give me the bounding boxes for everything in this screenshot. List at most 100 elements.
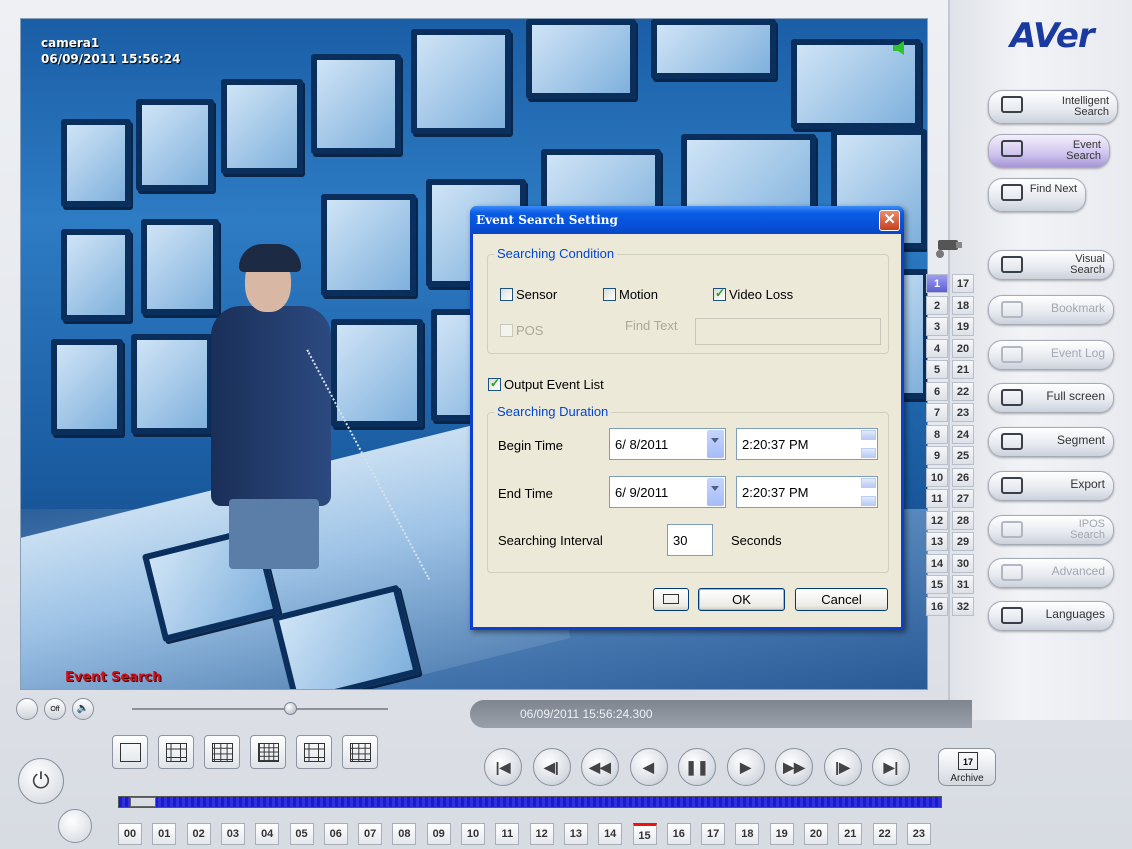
camera-20-button[interactable]: 20	[952, 338, 974, 358]
timeline-handle[interactable]	[130, 797, 156, 807]
prev-step-button[interactable]: ◀|	[532, 748, 571, 786]
hour-17-button[interactable]: 17	[701, 823, 726, 845]
full-screen-button[interactable]: Full screen	[988, 383, 1114, 413]
audio-off-icon[interactable]: Off	[44, 698, 66, 720]
motion-checkbox[interactable]	[603, 288, 616, 301]
camera-32-button[interactable]: 32	[952, 596, 974, 616]
end-date-picker[interactable]: 6/ 9/2011	[609, 476, 726, 508]
camera-19-button[interactable]: 19	[952, 317, 974, 336]
hour-14-button[interactable]: 14	[598, 823, 623, 845]
camera-8-button[interactable]: 8	[926, 424, 948, 444]
camera-30-button[interactable]: 30	[952, 553, 974, 573]
camera-10-button[interactable]: 10	[926, 467, 948, 487]
camera-2-button[interactable]: 2	[926, 295, 948, 315]
hour-03-button[interactable]: 03	[220, 823, 245, 845]
output-event-list-checkbox[interactable]	[488, 376, 501, 391]
begin-date-picker[interactable]: 6/ 8/2011	[609, 428, 726, 460]
ipos-search-button[interactable]: IPOS Search	[988, 515, 1114, 545]
end-time-spinner[interactable]: 2:20:37 PM	[736, 476, 878, 508]
layout-1x1-button[interactable]	[112, 735, 148, 769]
camera-28-button[interactable]: 28	[952, 510, 974, 530]
visual-search-button[interactable]: Visual Search	[988, 250, 1114, 280]
layout-3x3-button[interactable]	[204, 735, 240, 769]
hour-19-button[interactable]: 19	[769, 823, 794, 845]
hour-10-button[interactable]: 10	[461, 823, 485, 845]
languages-button[interactable]: Languages	[988, 601, 1114, 631]
power-button[interactable]: ⏻	[18, 758, 64, 804]
hour-01-button[interactable]: 01	[152, 823, 177, 845]
camera-23-button[interactable]: 23	[952, 403, 974, 422]
spin-down-icon[interactable]	[861, 496, 876, 506]
camera-11-button[interactable]: 11	[926, 489, 948, 508]
hour-16-button[interactable]: 16	[666, 823, 691, 845]
event-log-button[interactable]: Event Log	[988, 340, 1114, 370]
hour-13-button[interactable]: 13	[563, 823, 588, 845]
layout-1+5-button[interactable]	[296, 735, 332, 769]
layout-1+12-button[interactable]	[342, 735, 378, 769]
hour-07-button[interactable]: 07	[358, 823, 383, 845]
chevron-down-icon[interactable]	[707, 478, 724, 506]
camera-5-button[interactable]: 5	[926, 360, 948, 379]
cancel-button[interactable]: Cancel	[795, 588, 888, 611]
timeline-bar[interactable]	[118, 796, 942, 808]
advanced-button[interactable]: Advanced	[988, 558, 1114, 588]
camera-13-button[interactable]: 13	[926, 532, 948, 551]
camera-21-button[interactable]: 21	[952, 360, 974, 379]
next-step-button[interactable]: |▶	[823, 748, 862, 786]
last-frame-button[interactable]: ▶|	[872, 748, 910, 786]
hour-20-button[interactable]: 20	[804, 823, 828, 845]
camera-24-button[interactable]: 24	[952, 424, 974, 444]
camera-22-button[interactable]: 22	[952, 381, 974, 401]
hour-04-button[interactable]: 04	[255, 823, 280, 845]
snapshot-icon[interactable]	[16, 698, 38, 720]
spin-up-icon[interactable]	[861, 478, 876, 488]
hour-12-button[interactable]: 12	[529, 823, 554, 845]
play-button[interactable]: ▶	[726, 748, 765, 786]
camera-26-button[interactable]: 26	[952, 467, 974, 487]
searching-interval-input[interactable]: 30	[667, 524, 713, 556]
layout-4x4-button[interactable]	[250, 735, 286, 769]
chevron-down-icon[interactable]	[707, 430, 724, 458]
ok-button[interactable]: OK	[698, 588, 785, 611]
hour-02-button[interactable]: 02	[186, 823, 211, 845]
hour-21-button[interactable]: 21	[838, 823, 863, 845]
volume-icon[interactable]: 🔈	[72, 698, 94, 720]
camera-3-button[interactable]: 3	[926, 317, 948, 336]
hour-15-button[interactable]: 15	[632, 823, 657, 845]
hour-22-button[interactable]: 22	[872, 823, 897, 845]
find-text-input[interactable]	[695, 318, 881, 345]
camera-14-button[interactable]: 14	[926, 553, 948, 573]
camera-29-button[interactable]: 29	[952, 532, 974, 551]
video-loss-checkbox[interactable]	[713, 286, 726, 301]
hour-09-button[interactable]: 09	[426, 823, 451, 845]
hour-11-button[interactable]: 11	[495, 823, 520, 845]
sensor-checkbox[interactable]	[500, 288, 513, 301]
camera-18-button[interactable]: 18	[952, 295, 974, 315]
camera-4-button[interactable]: 4	[926, 338, 948, 358]
export-button[interactable]: Export	[988, 471, 1114, 501]
hour-08-button[interactable]: 08	[392, 823, 417, 845]
bookmark-button[interactable]: Bookmark	[988, 295, 1114, 325]
camera-27-button[interactable]: 27	[952, 489, 974, 508]
spin-down-icon[interactable]	[861, 448, 876, 458]
spin-up-icon[interactable]	[861, 430, 876, 440]
camera-7-button[interactable]: 7	[926, 403, 948, 422]
camera-17-button[interactable]: 17	[952, 274, 974, 293]
dialog-titlebar[interactable]: Event Search Setting ✕	[470, 206, 904, 234]
rewind-button[interactable]: ◀	[629, 748, 668, 786]
clock-icon[interactable]	[58, 809, 92, 843]
camera-9-button[interactable]: 9	[926, 446, 948, 465]
camera-1-button[interactable]: 1	[926, 274, 948, 293]
pause-button[interactable]: ❚❚	[678, 748, 716, 786]
hour-23-button[interactable]: 23	[906, 823, 931, 845]
camera-25-button[interactable]: 25	[952, 446, 974, 465]
camera-12-button[interactable]: 12	[926, 510, 948, 530]
volume-slider-thumb[interactable]	[284, 702, 297, 715]
fast-forward-button[interactable]: ▶▶	[775, 748, 813, 786]
layout-2x2-button[interactable]	[158, 735, 194, 769]
hour-06-button[interactable]: 06	[323, 823, 348, 845]
pos-checkbox[interactable]	[500, 324, 513, 337]
hour-00-button[interactable]: 00	[118, 823, 142, 845]
fast-rewind-button[interactable]: ◀◀	[581, 748, 619, 786]
close-icon[interactable]: ✕	[879, 210, 900, 231]
